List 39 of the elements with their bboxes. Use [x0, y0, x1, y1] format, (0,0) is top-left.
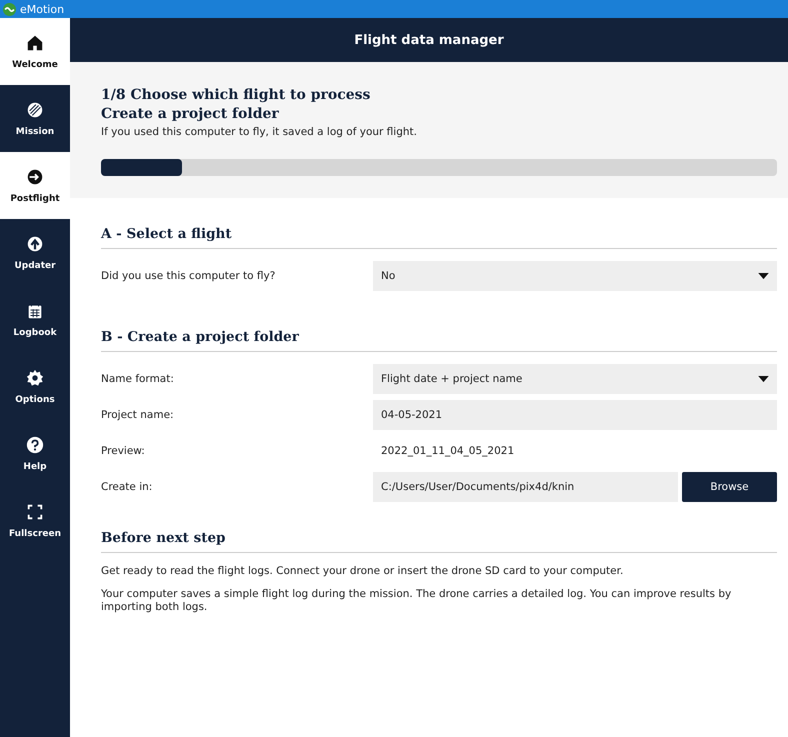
- section-heading: Before next step: [101, 530, 777, 553]
- sidebar-item[interactable]: Welcome: [0, 18, 70, 85]
- input-field[interactable]: 04-05-2021: [373, 400, 777, 430]
- sidebar-item[interactable]: Logbook: [0, 286, 70, 353]
- field-label: Preview:: [101, 445, 146, 457]
- field-label: Name format:: [101, 373, 175, 385]
- sidebar-item[interactable]: Postflight: [0, 152, 70, 219]
- field-label: Project name:: [101, 409, 175, 421]
- sidebar-item[interactable]: Help: [0, 420, 70, 487]
- section-heading: B - Create a project folder: [101, 329, 777, 352]
- field-label: Did you use this computer to fly?: [101, 270, 276, 282]
- dropdown[interactable]: No: [373, 261, 777, 291]
- sidebar-item[interactable]: Options: [0, 353, 70, 420]
- step-title: 1/8 Choose which flight to process: [101, 86, 372, 105]
- dropdown[interactable]: Flight date + project name: [373, 364, 777, 394]
- section-heading: A - Select a flight: [101, 226, 777, 249]
- header-title: Flight data manager: [354, 32, 504, 48]
- browse-button[interactable]: Browse: [682, 472, 777, 502]
- help-icon: [26, 436, 44, 454]
- step-description: If you used this computer to fly, it saved a log of your flight.: [101, 126, 418, 138]
- arrow-circle-icon: [26, 168, 44, 186]
- home-icon: [26, 34, 44, 52]
- app-logo-icon: [3, 2, 16, 16]
- step-subtitle: Create a project folder: [101, 105, 280, 124]
- paragraph: Get ready to read the flight logs. Connect your drone or insert the drone SD card to your computer.: [101, 565, 624, 578]
- fullscreen-icon: [26, 502, 44, 520]
- caret-icon: [758, 272, 769, 280]
- sidebar-item[interactable]: Mission: [0, 85, 70, 152]
- preview-value: 2022_01_11_04_05_2021: [380, 445, 514, 457]
- sidebar-item[interactable]: Updater: [0, 219, 70, 286]
- window-title: eMotion: [20, 2, 64, 16]
- field-label: Create in:: [101, 481, 154, 493]
- caret-icon: [758, 376, 769, 382]
- settings-icon: [26, 368, 44, 386]
- striped-circle-icon: [26, 100, 44, 118]
- paragraph: Your computer saves a simple flight log during the mission. The drone carries a detailed log. You can improve results by importing both logs.: [101, 588, 732, 614]
- sidebar-item[interactable]: Fullscreen: [0, 487, 70, 554]
- upload-circle-icon: [26, 234, 44, 252]
- input-field[interactable]: C:/Users/User/Documents/pix4d/knin: [373, 472, 678, 502]
